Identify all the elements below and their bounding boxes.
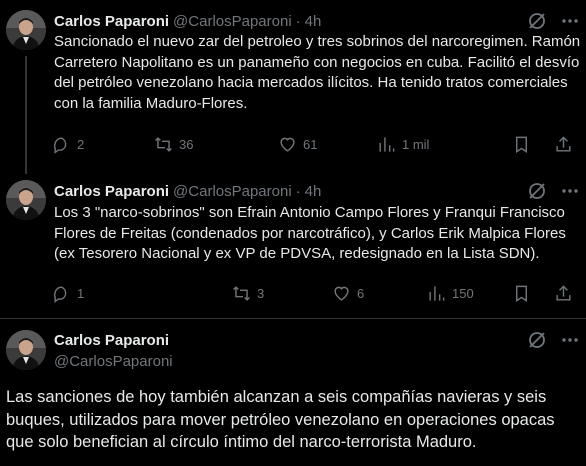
tweet-actions: 1 3 6 150 <box>52 283 582 303</box>
avatar[interactable] <box>6 180 46 220</box>
separator-dot: · <box>295 12 301 30</box>
author-handle[interactable]: @CarlosPaparoni <box>54 353 173 370</box>
like-button[interactable]: 61 <box>278 134 317 154</box>
more-icon[interactable] <box>560 11 580 31</box>
author-name[interactable]: Carlos Paparoni <box>54 183 169 200</box>
like-count: 6 <box>357 285 365 301</box>
repost-button[interactable]: 3 <box>232 283 264 303</box>
repost-count: 36 <box>179 136 194 152</box>
more-icon[interactable] <box>560 330 580 350</box>
repost-button[interactable]: 36 <box>154 134 193 154</box>
like-count: 61 <box>303 136 318 152</box>
tweet-header: Carlos Paparoni @CarlosPaparoni · 4h <box>54 11 321 31</box>
tweet-text: Sancionado el nuevo zar del petroleo y t… <box>54 33 581 112</box>
share-button[interactable] <box>554 283 579 303</box>
tweet-text: Las sanciones de hoy también alcanzan a … <box>6 388 555 451</box>
divider <box>0 318 586 319</box>
share-button[interactable] <box>554 134 579 154</box>
share-icon <box>556 284 571 301</box>
reply-count: 1 <box>77 285 85 301</box>
tweet-1[interactable]: Carlos Paparoni @CarlosPaparoni · 4h San… <box>0 0 586 174</box>
share-icon <box>556 135 571 152</box>
grok-icon[interactable] <box>527 330 547 350</box>
handle-row: @CarlosPaparoni <box>54 351 173 371</box>
author-name[interactable]: Carlos Paparoni <box>54 13 169 30</box>
separator-dot: · <box>295 182 301 200</box>
heart-icon <box>280 137 295 152</box>
heart-icon <box>334 286 349 301</box>
like-button[interactable]: 6 <box>332 283 364 303</box>
tweet-3[interactable]: Carlos Paparoni @CarlosPaparoni Las sanc… <box>0 320 586 466</box>
timestamp[interactable]: 4h <box>305 183 322 200</box>
avatar[interactable] <box>6 330 46 370</box>
avatar[interactable] <box>6 10 46 50</box>
reply-count: 2 <box>77 136 85 152</box>
views-button[interactable]: 1 mil <box>377 134 429 154</box>
views-count: 1 mil <box>402 136 430 152</box>
reply-icon <box>53 136 67 154</box>
repost-icon <box>233 285 250 301</box>
reply-icon <box>53 285 67 303</box>
grok-icon[interactable] <box>527 181 547 201</box>
views-count: 150 <box>452 285 474 301</box>
bookmark-button[interactable] <box>512 134 537 154</box>
timestamp[interactable]: 4h <box>305 13 322 30</box>
tweet-actions: 2 36 61 1 mil <box>52 134 582 154</box>
bookmark-icon <box>516 136 527 153</box>
more-icon[interactable] <box>560 181 580 201</box>
reply-button[interactable]: 1 <box>52 283 84 303</box>
author-name[interactable]: Carlos Paparoni <box>54 332 169 349</box>
views-icon <box>379 136 395 152</box>
repost-count: 3 <box>257 285 265 301</box>
author-handle[interactable]: @CarlosPaparoni <box>173 13 292 30</box>
author-handle[interactable]: @CarlosPaparoni <box>173 183 292 200</box>
bookmark-icon <box>516 285 527 302</box>
grok-icon[interactable] <box>527 11 547 31</box>
tweet-header: Carlos Paparoni @CarlosPaparoni · 4h <box>54 181 321 201</box>
repost-icon <box>155 136 172 152</box>
reply-button[interactable]: 2 <box>52 134 84 154</box>
views-button[interactable]: 150 <box>427 283 474 303</box>
tweet-2[interactable]: Carlos Paparoni @CarlosPaparoni · 4h Los… <box>0 172 586 320</box>
bookmark-button[interactable] <box>512 283 537 303</box>
tweet-text: Los 3 "narco-sobrinos" son Efrain Antoni… <box>54 204 566 262</box>
views-icon <box>429 285 445 301</box>
thread-line <box>25 56 27 174</box>
tweet-header: Carlos Paparoni <box>54 330 169 350</box>
